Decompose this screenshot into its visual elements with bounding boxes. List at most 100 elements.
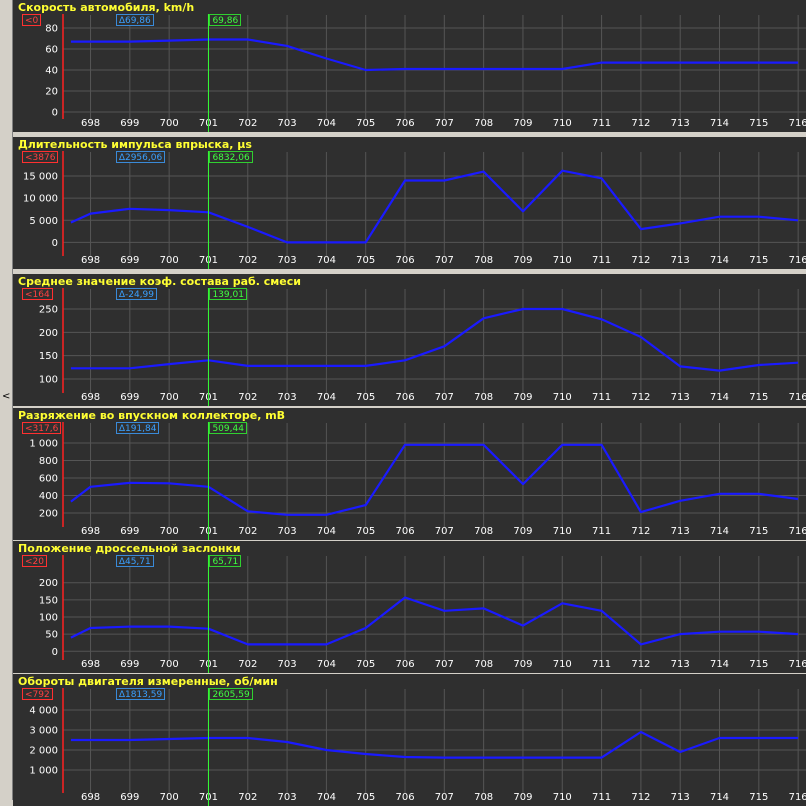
- chart-panel-2[interactable]: 05 000 10 000 15 000 698 699 700 701 702 703 704 7…: [13, 137, 806, 269]
- x-tick-label: 715: [749, 526, 768, 537]
- x-tick-label: 706: [395, 526, 414, 537]
- x-tick-label: 705: [356, 255, 375, 266]
- y-tick-label: 200: [39, 578, 58, 589]
- chart-stack: 0 20 40 60 80 698 699 700 701 702 703 704 705 706 707 7…: [13, 0, 806, 806]
- x-tick-label: 712: [631, 792, 650, 803]
- y-tick-label: 5 000: [29, 216, 58, 227]
- x-tick-label: 712: [631, 526, 650, 537]
- x-tick-label: 716: [789, 118, 806, 129]
- x-tick-label: 702: [238, 792, 257, 803]
- x-tick-label: 698: [81, 526, 100, 537]
- delta-value-badge: Δ-24,99: [115, 288, 157, 300]
- x-tick-label: 714: [710, 118, 729, 129]
- x-tick-label: 704: [317, 659, 336, 670]
- y-tick-label: 1 000: [29, 439, 58, 450]
- y-tick-label: 150: [39, 595, 58, 606]
- x-tick-label: 710: [553, 659, 572, 670]
- x-tick-label: 710: [553, 526, 572, 537]
- x-tick-label: 700: [160, 255, 179, 266]
- x-tick-label: 713: [671, 255, 690, 266]
- left-value-badge: <164: [22, 288, 53, 300]
- series-line: [70, 596, 799, 646]
- x-tick-label: 703: [278, 118, 297, 129]
- x-tick-label: 710: [553, 255, 572, 266]
- x-tick-label: 700: [160, 526, 179, 537]
- x-tick-label: 709: [513, 118, 532, 129]
- y-tick-label: 40: [45, 66, 58, 77]
- x-tick-label: 716: [789, 255, 806, 266]
- x-tick-label: 716: [789, 526, 806, 537]
- x-tick-label: 713: [671, 792, 690, 803]
- x-tick-label: 710: [553, 792, 572, 803]
- chart-panel-6[interactable]: 1 000 2 000 3 000 4 000 698 699 700 701 702 703 70…: [13, 674, 806, 806]
- x-tick-label: 698: [81, 118, 100, 129]
- x-tick-label: 713: [671, 526, 690, 537]
- x-tick-label: 703: [278, 392, 297, 403]
- x-tick-label: 708: [474, 255, 493, 266]
- x-tick-label: 709: [513, 392, 532, 403]
- x-tick-label: 715: [749, 255, 768, 266]
- x-tick-label: 704: [317, 392, 336, 403]
- x-tick-label: 698: [81, 255, 100, 266]
- x-tick-label: 699: [120, 659, 139, 670]
- collapse-arrow-icon[interactable]: <: [2, 392, 10, 402]
- chart-title: Обороты двигателя измеренные, об/мин: [18, 675, 278, 688]
- y-tick-label: 600: [39, 474, 58, 485]
- x-tick-label: 710: [553, 392, 572, 403]
- x-tick-label: 698: [81, 392, 100, 403]
- chart-panel-5[interactable]: 0 50 100 150 200 698 699 700 701 702 703 704 705 706 7…: [13, 541, 806, 673]
- x-tick-label: 709: [513, 255, 532, 266]
- chart-title: Разряжение во впускном коллекторе, mB: [18, 409, 286, 422]
- x-tick-label: 707: [435, 792, 454, 803]
- x-tick-label: 702: [238, 118, 257, 129]
- x-tick-label: 704: [317, 526, 336, 537]
- left-splitter[interactable]: <: [0, 0, 13, 800]
- y-tick-label: 0: [52, 108, 58, 119]
- series-line: [70, 443, 799, 516]
- x-tick-label: 707: [435, 118, 454, 129]
- x-tick-label: 705: [356, 659, 375, 670]
- y-tick-label: 0: [52, 238, 58, 249]
- y-tick-label: 10 000: [23, 194, 58, 205]
- x-tick-label: 712: [631, 392, 650, 403]
- x-tick-label: 713: [671, 659, 690, 670]
- y-tick-label: 400: [39, 491, 58, 502]
- x-tick-label: 709: [513, 659, 532, 670]
- x-tick-label: 707: [435, 659, 454, 670]
- series-line: [70, 307, 799, 372]
- y-tick-label: 2 000: [29, 746, 58, 757]
- x-tick-label: 706: [395, 659, 414, 670]
- y-tick-label: 80: [45, 24, 58, 35]
- x-tick-label: 703: [278, 792, 297, 803]
- chart-panel-3[interactable]: 100 150 200 250 698 699 700 701 702 703 704 705 706 7…: [13, 274, 806, 406]
- x-tick-label: 707: [435, 255, 454, 266]
- chart-panel-4[interactable]: 200 400 600 800 1 000 698 699 700 701 702 703 704 70…: [13, 408, 806, 540]
- series-line: [70, 730, 799, 759]
- delta-value-badge: Δ69,86: [115, 14, 154, 26]
- x-tick-label: 706: [395, 392, 414, 403]
- x-tick-label: 699: [120, 792, 139, 803]
- chart-panel-1[interactable]: 0 20 40 60 80 698 699 700 701 702 703 704 705 706 707 7…: [13, 0, 806, 132]
- cursor-value-badge: 139,01: [209, 288, 247, 300]
- x-tick-label: 699: [120, 526, 139, 537]
- x-tick-label: 712: [631, 118, 650, 129]
- x-tick-label: 704: [317, 255, 336, 266]
- x-tick-label: 711: [592, 792, 611, 803]
- y-tick-label: 150: [39, 351, 58, 362]
- x-tick-label: 705: [356, 392, 375, 403]
- x-tick-label: 706: [395, 255, 414, 266]
- x-tick-label: 715: [749, 659, 768, 670]
- x-tick-label: 711: [592, 118, 611, 129]
- y-tick-label: 800: [39, 456, 58, 467]
- left-value-badge: <0: [22, 14, 42, 26]
- x-tick-label: 708: [474, 118, 493, 129]
- x-tick-label: 708: [474, 792, 493, 803]
- left-value-badge: <20: [22, 555, 47, 567]
- x-tick-label: 709: [513, 792, 532, 803]
- x-tick-label: 713: [671, 118, 690, 129]
- x-tick-label: 714: [710, 659, 729, 670]
- x-tick-label: 707: [435, 526, 454, 537]
- y-tick-label: 60: [45, 45, 58, 56]
- y-tick-label: 100: [39, 375, 58, 386]
- x-tick-label: 702: [238, 392, 257, 403]
